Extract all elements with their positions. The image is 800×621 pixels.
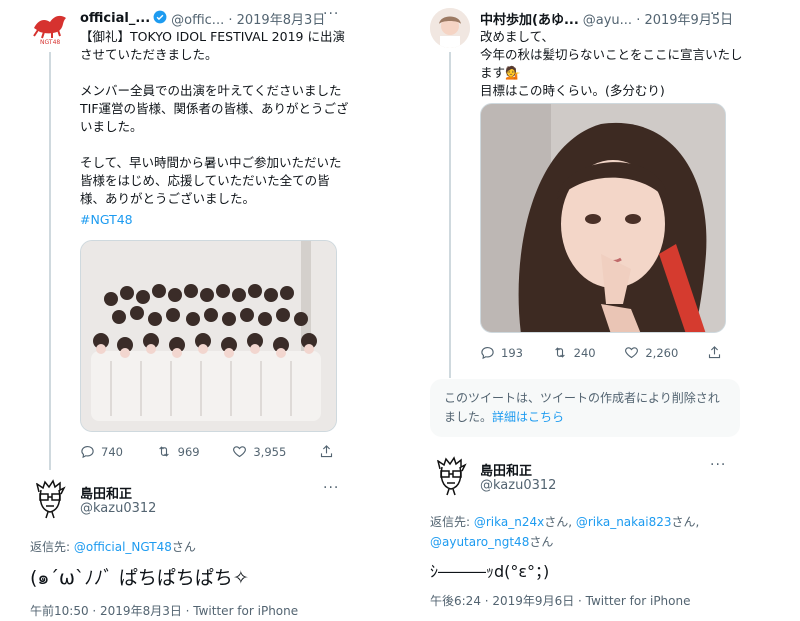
like-button[interactable]: 3,955 bbox=[232, 444, 286, 459]
mention-link[interactable]: @rika_nakai823 bbox=[576, 515, 672, 529]
share-icon bbox=[320, 445, 333, 458]
reply-header: 島田和正 bbox=[480, 460, 532, 479]
retweet-icon bbox=[158, 446, 169, 457]
deleted-notice-text: このツイートは、ツイートの作成者により削除され ました。 bbox=[444, 391, 720, 424]
handle[interactable]: @kazu0312 bbox=[80, 501, 156, 516]
svg-text:NGT48: NGT48 bbox=[40, 39, 60, 46]
reply-prefix: 返信先: bbox=[430, 515, 474, 529]
sketch-avatar[interactable] bbox=[430, 455, 472, 497]
retweet-button[interactable]: 240 bbox=[552, 345, 596, 360]
more-options-icon[interactable]: ··· bbox=[710, 457, 726, 473]
reply-icon bbox=[81, 445, 94, 459]
handle-date[interactable]: @offic... · 2019年8月3日 bbox=[171, 9, 325, 28]
hashtag-link[interactable]: #NGT48 bbox=[80, 211, 133, 229]
tweet-text: 改めまして、 今年の秋は髪切らないことをここに宣言いたし ます💁 目標はこの時く… bbox=[480, 29, 743, 98]
reply-button[interactable]: 193 bbox=[480, 345, 523, 360]
verified-badge-icon bbox=[153, 10, 167, 28]
mention-separator: さん, bbox=[544, 515, 576, 529]
ngt48-logo-avatar[interactable]: NGT48 bbox=[30, 8, 70, 48]
reply-text: ｼ―――ｯd(°ε°；) bbox=[430, 562, 550, 581]
deleted-tweet-notice: このツイートは、ツイートの作成者により削除され ました。詳細はこちら bbox=[430, 379, 740, 437]
replying-to: 返信先: @official_NGT48さん bbox=[30, 538, 196, 555]
retweet-count: 969 bbox=[177, 444, 200, 459]
left-thread: NGT48 official_... @offic... · 2019年8月3日… bbox=[0, 0, 400, 621]
share-icon bbox=[708, 346, 721, 359]
mention-link[interactable]: @official_NGT48 bbox=[74, 540, 172, 554]
display-name[interactable]: 中村歩加(あゆ... bbox=[480, 9, 579, 28]
group-photo[interactable] bbox=[80, 240, 337, 432]
mention-separator: さん, bbox=[671, 515, 700, 529]
right-thread: 中村歩加(あゆ... @ayu... · 2019年9月5日 ··· 改めまして… bbox=[414, 0, 800, 621]
retweet-button[interactable]: 969 bbox=[156, 444, 200, 459]
reply-handle-row: @kazu0312 bbox=[80, 501, 156, 516]
more-options-icon[interactable]: ··· bbox=[323, 6, 339, 22]
heart-icon bbox=[233, 446, 247, 458]
reply-count: 740 bbox=[101, 444, 123, 459]
reply-handle-row: @kazu0312 bbox=[480, 478, 556, 493]
reply-suffix: さん bbox=[529, 535, 554, 549]
reply-icon bbox=[481, 346, 494, 360]
tweet-header: 中村歩加(あゆ... @ayu... · 2019年9月5日 bbox=[480, 9, 733, 28]
display-name[interactable]: official_... bbox=[80, 11, 150, 26]
portrait-photo[interactable] bbox=[480, 103, 726, 333]
handle[interactable]: @kazu0312 bbox=[480, 478, 556, 493]
reply-count: 193 bbox=[501, 345, 523, 360]
display-name[interactable]: 島田和正 bbox=[80, 483, 132, 502]
tweet-header: official_... @offic... · 2019年8月3日 bbox=[80, 9, 325, 28]
retweet-count: 240 bbox=[573, 345, 596, 360]
replying-to: 返信先: @rika_n24xさん, @rika_nakai823さん, @ay… bbox=[430, 512, 730, 552]
tweet-actions: 740 969 3,955 bbox=[80, 444, 340, 459]
mention-link[interactable]: @rika_n24x bbox=[474, 515, 544, 529]
like-count: 2,260 bbox=[645, 345, 679, 360]
thread-connector bbox=[449, 52, 451, 378]
share-button[interactable] bbox=[319, 444, 340, 459]
tweet-timestamp[interactable]: 午前10:50 · 2019年8月3日 · Twitter for iPhone bbox=[30, 602, 298, 619]
like-count: 3,955 bbox=[253, 444, 287, 459]
reply-header: 島田和正 bbox=[80, 483, 132, 502]
mention-link[interactable]: @ayutaro_ngt48 bbox=[430, 535, 529, 549]
like-button[interactable]: 2,260 bbox=[624, 345, 678, 360]
reply-button[interactable]: 740 bbox=[80, 444, 123, 459]
tweet-text: 【御礼】TOKYO IDOL FESTIVAL 2019 に出演 させていただき… bbox=[80, 29, 349, 206]
thread-connector bbox=[49, 52, 51, 470]
reply-suffix: さん bbox=[171, 540, 196, 554]
user-avatar[interactable] bbox=[430, 8, 470, 48]
reply-text: (๑´ω`ﾉﾉﾞ ぱちぱちぱち✧ bbox=[30, 567, 249, 589]
more-options-icon[interactable]: ··· bbox=[710, 6, 726, 22]
display-name[interactable]: 島田和正 bbox=[480, 460, 532, 479]
reply-prefix: 返信先: bbox=[30, 540, 74, 554]
tweet-actions: 193 240 2,260 bbox=[480, 345, 728, 360]
tweet-timestamp[interactable]: 午後6:24 · 2019年9月6日 · Twitter for iPhone bbox=[430, 592, 691, 609]
share-button[interactable] bbox=[707, 345, 728, 360]
more-options-icon[interactable]: ··· bbox=[323, 480, 339, 496]
heart-icon bbox=[625, 347, 639, 359]
sketch-avatar[interactable] bbox=[29, 478, 71, 520]
retweet-icon bbox=[554, 347, 565, 358]
learn-more-link[interactable]: 詳細はこちら bbox=[492, 410, 564, 424]
